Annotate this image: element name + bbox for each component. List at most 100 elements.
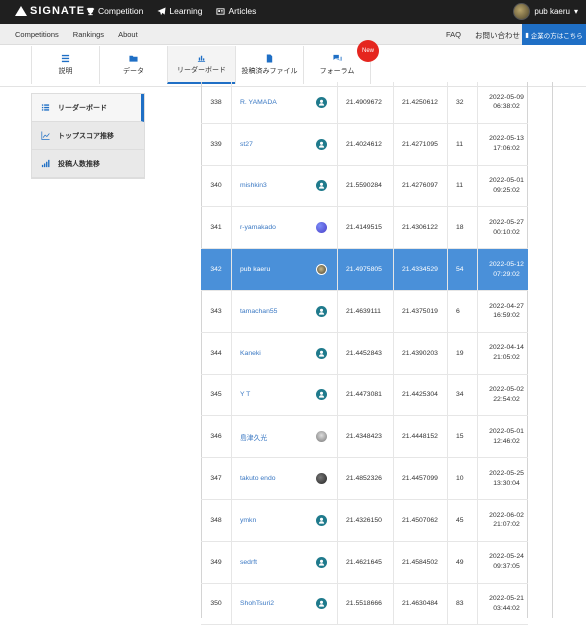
avatar[interactable] — [316, 96, 327, 108]
user-link[interactable]: 島津久光 — [240, 432, 267, 442]
rank-cell: 341 — [210, 224, 222, 232]
avatar[interactable] — [316, 556, 327, 568]
subnav-rankings[interactable]: Rankings — [73, 30, 104, 39]
avatar[interactable] — [316, 138, 327, 150]
private-score-cell: 21.4425304 — [393, 374, 447, 416]
person-icon — [318, 183, 325, 190]
submission-count-cell: 32 — [447, 82, 477, 123]
date-cell: 2022-05-13 17:06:02 — [477, 123, 528, 165]
user-link[interactable]: ShohTsuri2 — [240, 600, 274, 607]
user-link[interactable]: takuto endo — [240, 475, 276, 482]
tab-leaderboard[interactable]: リーダーボード — [167, 46, 235, 84]
side-item-leaderboard[interactable]: リーダーボード — [32, 94, 144, 122]
user-link[interactable]: tamachan55 — [240, 308, 277, 315]
user-link[interactable]: r-yamakado — [240, 224, 276, 231]
private-score-cell: 21.4276097 — [393, 165, 447, 207]
avatar-cell — [306, 500, 337, 541]
corporate-button[interactable]: ▮ 企業の方はこちら — [522, 24, 586, 45]
user-menu[interactable]: pub kaeru ▾ — [513, 3, 578, 20]
avatar-cell — [306, 584, 337, 625]
date-cell: 2022-04-14 21:05:02 — [477, 332, 528, 374]
private-score-cell: 21.4390203 — [393, 332, 447, 374]
private-score-cell: 21.4507062 — [393, 499, 447, 541]
nav-articles[interactable]: Articles — [216, 6, 256, 16]
public-score-cell: 21.4975805 — [337, 249, 393, 290]
date-cell: 2022-05-27 00:10:02 — [477, 207, 528, 249]
user-link[interactable]: sedrft — [240, 559, 257, 566]
list-icon — [41, 104, 50, 111]
user-link[interactable]: Kaneki — [240, 350, 261, 357]
content-right-border — [552, 82, 553, 618]
avatar[interactable] — [316, 431, 327, 443]
public-score-cell: 21.4452843 — [337, 332, 393, 374]
submission-count-cell: 18 — [447, 207, 477, 249]
user-link[interactable]: mishkin3 — [240, 182, 267, 189]
nav-competition[interactable]: Competition — [86, 6, 143, 16]
private-score-cell: 21.4271095 — [393, 123, 447, 165]
submission-count-cell: 83 — [447, 583, 477, 625]
user-link[interactable]: Y T — [240, 391, 250, 398]
subnav-faq[interactable]: FAQ — [446, 30, 461, 41]
tab-description[interactable]: 説明 — [31, 46, 99, 84]
logo-triangle-icon — [15, 6, 27, 16]
table-row: 349 sedrft 21.4621645 21.4584502 49 2022-05-2… — [201, 541, 528, 584]
tab-forum[interactable]: フォーラム New — [303, 40, 379, 84]
avatar[interactable] — [316, 514, 327, 526]
rank-cell: 350 — [210, 600, 222, 608]
signate-logo[interactable]: SIGNATE — [15, 5, 85, 17]
avatar[interactable] — [316, 389, 327, 401]
tab-data[interactable]: データ — [99, 46, 167, 84]
avatar[interactable] — [316, 264, 327, 276]
line-chart-icon — [41, 131, 50, 140]
top-nav-bar: SIGNATE Competition Learning Articles pu… — [0, 0, 586, 24]
avatar-cell — [306, 542, 337, 583]
article-icon — [216, 7, 226, 15]
private-score-cell: 21.4334529 — [393, 249, 447, 290]
bar-chart-icon — [197, 55, 206, 62]
avatar[interactable] — [316, 180, 327, 192]
submission-count-cell: 15 — [447, 416, 477, 458]
avatar[interactable] — [316, 473, 327, 485]
nav-learning[interactable]: Learning — [157, 6, 202, 16]
user-link[interactable]: st27 — [240, 141, 253, 148]
table-row: 346 島津久光 21.4348423 21.4448152 15 2022-05-01 1… — [201, 416, 528, 459]
avatar[interactable] — [316, 598, 327, 610]
subnav-about[interactable]: About — [118, 30, 138, 39]
avatar — [513, 3, 531, 20]
avatar-cell — [306, 458, 337, 499]
date-text: 2022-05-27 — [489, 218, 524, 226]
public-score-cell: 21.4348423 — [337, 416, 393, 458]
time-text: 21:07:02 — [493, 521, 520, 529]
person-icon — [318, 559, 325, 566]
leaderboard-table: 338 R. YAMADA 21.4909672 21.4250612 32 2022-0… — [201, 82, 528, 625]
leaderboard-side-menu: リーダーボード トップスコア推移 投稿人数推移 — [31, 93, 145, 179]
subnav-contact[interactable]: お問い合わせ — [475, 30, 520, 41]
side-item-top-score-trend[interactable]: トップスコア推移 — [32, 122, 144, 150]
tab-submissions[interactable]: 投稿済みファイル — [235, 46, 303, 84]
public-score-cell: 21.4473081 — [337, 374, 393, 416]
user-link[interactable]: R. YAMADA — [240, 99, 277, 106]
time-text: 17:06:02 — [493, 145, 520, 153]
table-row: 347 takuto endo 21.4852326 21.4457099 10 2022… — [201, 458, 528, 500]
user-link[interactable]: pub kaeru — [240, 266, 270, 273]
time-text: 03:44:02 — [493, 604, 520, 612]
submission-count-cell: 11 — [447, 123, 477, 165]
rank-cell: 346 — [210, 433, 222, 441]
private-score-cell: 21.4630484 — [393, 583, 447, 625]
avatar[interactable] — [316, 222, 327, 234]
folder-icon — [129, 55, 138, 62]
date-text: 2022-05-01 — [489, 177, 524, 185]
user-link[interactable]: ymkn — [240, 517, 256, 524]
table-row: 345 Y T 21.4473081 21.4425304 34 2022-05-02 22… — [201, 374, 528, 417]
date-cell: 2022-06-02 21:07:02 — [477, 499, 528, 541]
avatar[interactable] — [316, 305, 327, 317]
side-item-participants-trend[interactable]: 投稿人数推移 — [32, 150, 144, 178]
avatar-cell — [306, 375, 337, 416]
submission-count-cell: 6 — [447, 290, 477, 332]
subnav-competitions[interactable]: Competitions — [15, 30, 59, 39]
date-cell: 2022-05-12 07:29:02 — [477, 249, 528, 290]
table-row: 348 ymkn 21.4326150 21.4507062 45 2022-06-02 2… — [201, 499, 528, 542]
avatar[interactable] — [316, 347, 327, 359]
date-text: 2022-05-13 — [489, 135, 524, 143]
date-cell: 2022-05-24 09:37:05 — [477, 541, 528, 583]
